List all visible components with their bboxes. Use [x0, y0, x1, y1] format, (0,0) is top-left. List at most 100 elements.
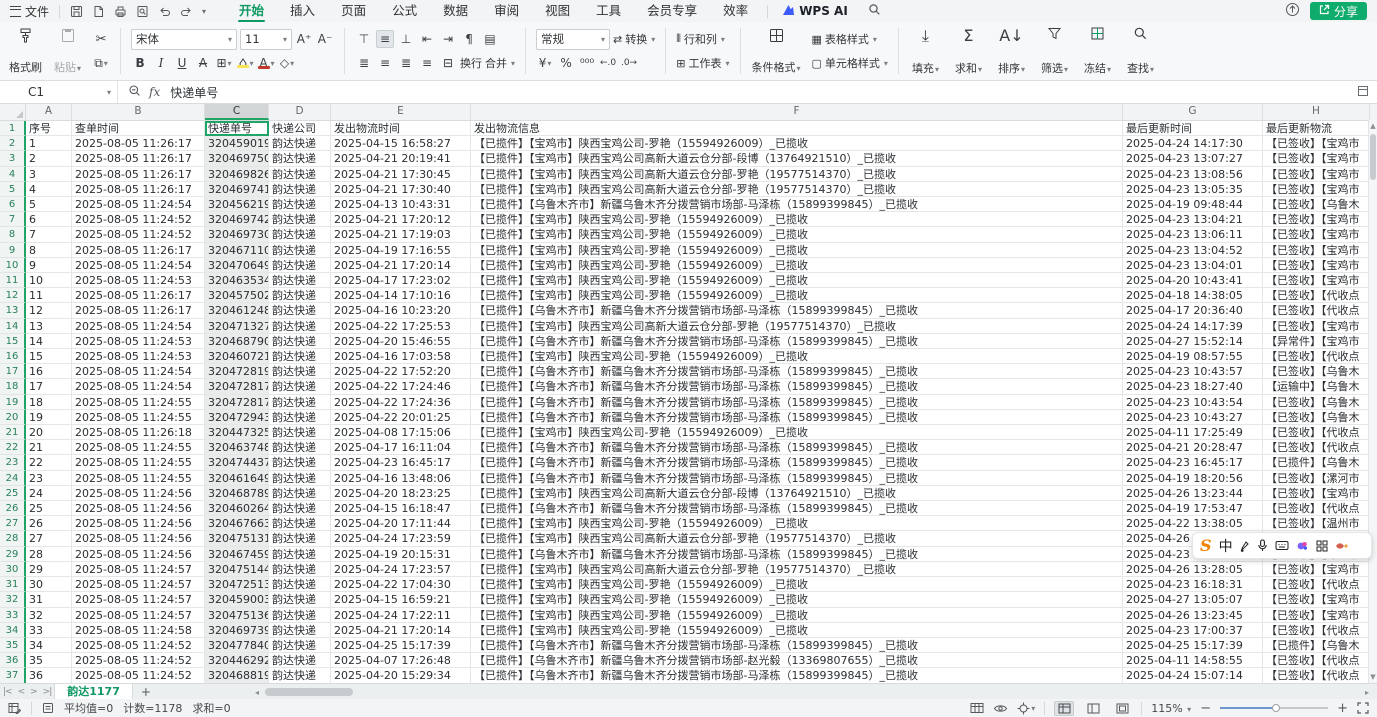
cell[interactable]: 韵达快递: [269, 623, 331, 638]
cell[interactable]: 【已签收】【代收点: [1263, 501, 1370, 516]
cell[interactable]: 3204697394: [205, 623, 269, 638]
cell[interactable]: 韵达快递: [269, 577, 331, 592]
convert-button[interactable]: ⇄ 转换▾: [613, 29, 655, 50]
namebox-dropdown-arrow[interactable]: ▾: [107, 88, 111, 97]
cell[interactable]: 26: [26, 516, 72, 531]
scroll-up-arrow[interactable]: ▲: [1369, 121, 1377, 131]
ribbon-tab-1[interactable]: 插入: [277, 0, 328, 22]
row-header-19[interactable]: 19: [0, 395, 26, 410]
print-icon[interactable]: [114, 5, 127, 18]
cell[interactable]: 【已揽件】【宝鸡市】陕西宝鸡公司-罗艳（15594926009）_已揽收: [471, 516, 1123, 531]
name-box[interactable]: C1 ▾: [0, 81, 118, 103]
row-header-25[interactable]: 25: [0, 486, 26, 501]
cell[interactable]: 韵达快递: [269, 562, 331, 577]
cell[interactable]: 17: [26, 379, 72, 394]
cell[interactable]: 【已揽件】【宝鸡市】陕西宝鸡公司高新大道云仓分部-罗艳（19577514370）…: [471, 531, 1123, 546]
file-menu-button[interactable]: 文件: [6, 3, 53, 20]
vertical-scrollbar[interactable]: ▲ ▼: [1368, 120, 1377, 683]
sort-button[interactable]: A↓ 排序▾: [993, 26, 1030, 76]
cell[interactable]: 查单时间: [72, 121, 205, 136]
format-painter-button[interactable]: 格式刷: [6, 26, 45, 76]
cell[interactable]: 2025-04-24 17:22:11: [331, 608, 471, 623]
decrease-font-button[interactable]: A⁻: [316, 30, 334, 48]
cell[interactable]: 31: [26, 592, 72, 607]
font-size-select[interactable]: 11▾: [240, 29, 292, 50]
cell[interactable]: 2025-04-17 20:36:40: [1123, 303, 1263, 318]
cell[interactable]: 【已揽件】【宝鸡市】陕西宝鸡公司高新大道云仓分部-段博（13764921510）…: [471, 486, 1123, 501]
cell[interactable]: 快递公司: [269, 121, 331, 136]
cell[interactable]: 【已签收】【代收点: [1263, 577, 1370, 592]
cell[interactable]: 2025-08-05 11:24:52: [72, 227, 205, 242]
cell[interactable]: 【已揽件】【宝鸡市】陕西宝鸡公司高新大道云仓分部-罗艳（19577514370）…: [471, 167, 1123, 182]
row-header-33[interactable]: 33: [0, 608, 26, 623]
conditional-format-button[interactable]: 条件格式▾: [749, 26, 804, 76]
cell[interactable]: 3204590038: [205, 592, 269, 607]
cell[interactable]: 韵达快递: [269, 227, 331, 242]
cell[interactable]: 2025-04-22 17:24:36: [331, 395, 471, 410]
hscroll-left-arrow[interactable]: ◂: [255, 688, 259, 697]
cell[interactable]: 2025-04-16 13:48:06: [331, 471, 471, 486]
increase-decimal-button[interactable]: ←.0: [599, 54, 617, 72]
cell[interactable]: 3204744377: [205, 455, 269, 470]
cell[interactable]: 3204728175: [205, 395, 269, 410]
cell[interactable]: 韵达快递: [269, 197, 331, 212]
share-button[interactable]: 分享: [1310, 2, 1367, 20]
cell[interactable]: 2025-04-24 14:17:39: [1123, 319, 1263, 334]
cell[interactable]: 2025-08-05 11:24:55: [72, 410, 205, 425]
ime-pen-icon[interactable]: [1240, 540, 1250, 552]
zoom-out-button[interactable]: −: [1200, 701, 1211, 716]
cell[interactable]: 韵达快递: [269, 653, 331, 668]
currency-format-button[interactable]: ¥▾: [536, 54, 554, 72]
increase-font-button[interactable]: A⁺: [295, 30, 313, 48]
cell[interactable]: 2025-04-21 17:19:03: [331, 227, 471, 242]
cell[interactable]: 韵达快递: [269, 395, 331, 410]
cell[interactable]: 2025-08-05 11:24:53: [72, 349, 205, 364]
row-header-37[interactable]: 37: [0, 668, 26, 683]
cell[interactable]: 2025-08-05 11:24:56: [72, 501, 205, 516]
cell[interactable]: 2025-08-05 11:24:54: [72, 379, 205, 394]
cell[interactable]: 2025-08-05 11:24:56: [72, 486, 205, 501]
cell[interactable]: 韵达快递: [269, 547, 331, 562]
cell[interactable]: 4: [26, 182, 72, 197]
cell[interactable]: 2025-04-21 17:20:14: [331, 623, 471, 638]
row-header-34[interactable]: 34: [0, 623, 26, 638]
cell[interactable]: 【已揽件】【宝鸡市】陕西宝鸡公司高新大道云仓分部-罗艳（19577514370）…: [471, 562, 1123, 577]
scroll-down-arrow[interactable]: ▼: [1369, 672, 1377, 682]
cell[interactable]: 3204729432: [205, 410, 269, 425]
cell[interactable]: 32: [26, 608, 72, 623]
cell[interactable]: 【已签收】【乌鲁木: [1263, 410, 1370, 425]
row-header-22[interactable]: 22: [0, 440, 26, 455]
cell[interactable]: 【已揽件】【宝鸡市】陕西宝鸡公司-罗艳（15594926009）_已揽收: [471, 258, 1123, 273]
cell[interactable]: 15: [26, 349, 72, 364]
paste-button[interactable]: 粘贴▾: [51, 26, 84, 76]
cell[interactable]: 21: [26, 440, 72, 455]
cell[interactable]: 2025-08-05 11:24:54: [72, 364, 205, 379]
cell[interactable]: 24: [26, 486, 72, 501]
cell[interactable]: 3204607211: [205, 349, 269, 364]
cell[interactable]: 3204728175: [205, 379, 269, 394]
cell[interactable]: 2025-08-05 11:26:18: [72, 425, 205, 440]
cell[interactable]: 2025-04-21 20:19:41: [331, 151, 471, 166]
cell[interactable]: 【已揽件】【宝鸡市】陕西宝鸡公司-罗艳（15594926009）_已揽收: [471, 623, 1123, 638]
row-header-35[interactable]: 35: [0, 638, 26, 653]
cell[interactable]: 2025-04-20 18:23:25: [331, 486, 471, 501]
cell[interactable]: 2025-04-26 13:28:05: [1123, 562, 1263, 577]
cell[interactable]: 2025-08-05 11:26:17: [72, 182, 205, 197]
eye-protect-icon[interactable]: [993, 703, 1008, 714]
page-layout-view-button[interactable]: [1083, 701, 1103, 716]
row-header-9[interactable]: 9: [0, 243, 26, 258]
cell[interactable]: 【已揽件】【宝鸡市】陕西宝鸡公司-罗艳（15594926009）_已揽收: [471, 577, 1123, 592]
cell[interactable]: 【已签收】【宝鸡市: [1263, 167, 1370, 182]
cell[interactable]: 2025-04-19 17:16:55: [331, 243, 471, 258]
cell[interactable]: 韵达快递: [269, 288, 331, 303]
cell[interactable]: 2025-08-05 11:24:57: [72, 608, 205, 623]
wrap-text-button[interactable]: 换行: [460, 53, 482, 74]
table-style-button[interactable]: ▦ 表格样式▾: [812, 29, 877, 50]
last-sheet-arrow[interactable]: >|: [40, 687, 55, 697]
cell[interactable]: 8: [26, 243, 72, 258]
cell[interactable]: 10: [26, 273, 72, 288]
normal-view-button[interactable]: [1054, 701, 1074, 716]
cell[interactable]: 2025-04-14 17:10:16: [331, 288, 471, 303]
search-icon[interactable]: [868, 3, 881, 19]
cell[interactable]: 【已揽件】【宝鸡市】陕西宝鸡公司-罗艳（15594926009）_已揽收: [471, 212, 1123, 227]
